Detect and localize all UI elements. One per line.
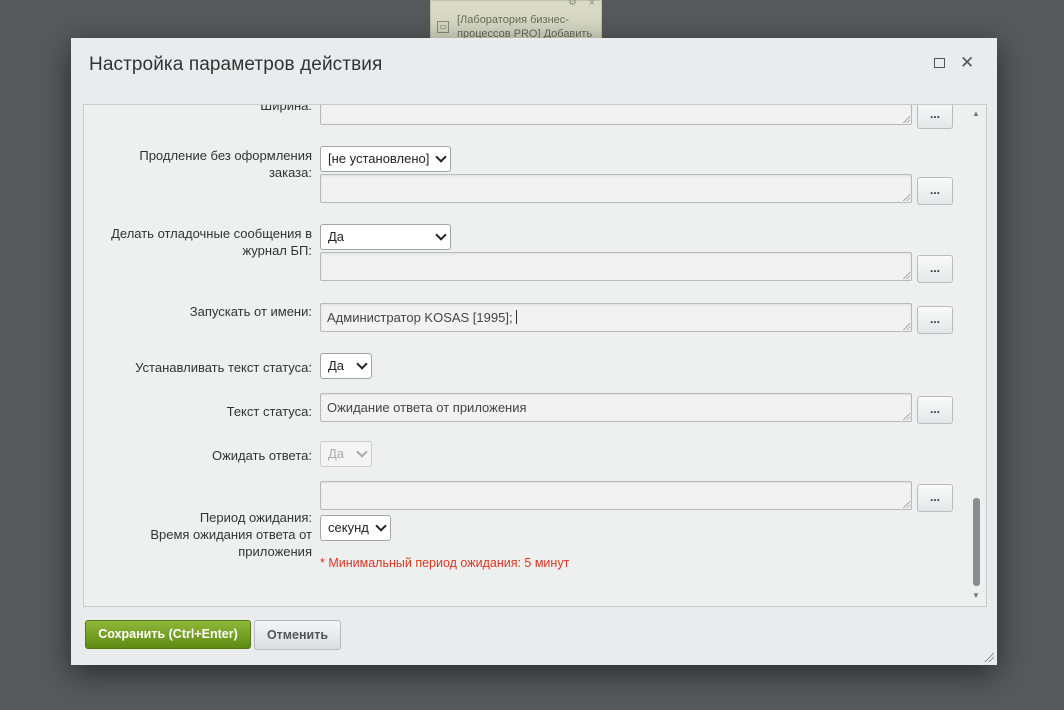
background-card-text: [Лаборатория бизнес-процессов PRO] Добав… (457, 14, 593, 40)
run-as-field[interactable]: Администратор KOSAS [1995]; (320, 303, 912, 332)
chevron-down-icon (435, 151, 447, 163)
chevron-down-icon (356, 446, 368, 458)
debug-field[interactable] (320, 252, 912, 281)
set-status-label: Устанавливать текст статуса: (135, 360, 312, 375)
period-field[interactable] (320, 481, 912, 510)
chevron-down-icon (435, 229, 447, 241)
run-as-value: Администратор KOSAS [1995]; (327, 310, 513, 325)
extension-select[interactable]: [не установлено] (320, 146, 451, 172)
resize-grip-icon[interactable] (902, 115, 910, 123)
period-unit-select[interactable]: секунд (320, 515, 391, 541)
text-cursor (515, 310, 517, 324)
period-sublabel: Время ожидания ответа от приложения (150, 527, 312, 559)
maximize-icon[interactable] (934, 58, 945, 68)
scroll-down-arrow-icon[interactable]: ▼ (972, 591, 980, 600)
close-icon: × (588, 0, 595, 9)
scrollbar-thumb[interactable] (973, 498, 980, 586)
resize-grip-icon[interactable] (902, 412, 910, 420)
close-icon[interactable]: ✕ (960, 53, 974, 73)
status-text-value: Ожидание ответа от приложения (327, 400, 527, 415)
status-text-picker-button[interactable]: ... (917, 396, 953, 424)
period-note: * Минимальный период ожидания: 5 минут (320, 556, 570, 570)
resize-grip-icon[interactable] (902, 193, 910, 201)
debug-label: Делать отладочные сообщения в журнал БП: (111, 226, 312, 258)
wait-label: Ожидать ответа: (211, 448, 312, 463)
period-picker-button[interactable]: ... (917, 484, 953, 512)
resize-grip-icon[interactable] (902, 271, 910, 279)
background-notification-card: ⚙ × ▭ [Лаборатория бизнес-процессов PRO]… (430, 0, 602, 42)
debug-select[interactable]: Да (320, 224, 451, 250)
action-settings-dialog: Настройка параметров действия ✕ Ширина: … (71, 38, 997, 665)
debug-select-value: Да (328, 229, 345, 244)
run-as-label: Запускать от имени: (189, 304, 312, 319)
document-icon: ▭ (437, 21, 449, 33)
debug-picker-button[interactable]: ... (917, 255, 953, 283)
chevron-down-icon (375, 520, 387, 532)
wait-select-value: Да (328, 446, 345, 461)
gear-icon: ⚙ (568, 0, 577, 8)
resize-grip-icon[interactable] (902, 322, 910, 330)
chevron-down-icon (356, 358, 368, 370)
wait-select: Да (320, 441, 372, 467)
extension-label: Продление без оформления заказа: (139, 148, 312, 180)
dialog-title: Настройка параметров действия (89, 54, 383, 75)
dialog-content: Ширина: ... Продление без оформления зак… (83, 104, 987, 607)
set-status-select-value: Да (328, 358, 345, 373)
extension-picker-button[interactable]: ... (917, 177, 953, 205)
dialog-resize-grip-icon[interactable] (984, 652, 994, 662)
dialog-header: Настройка параметров действия ✕ (71, 38, 997, 104)
period-unit-select-value: секунд (328, 520, 369, 535)
cancel-button[interactable]: Отменить (254, 620, 341, 650)
width-picker-button[interactable]: ... (917, 105, 953, 129)
resize-grip-icon[interactable] (902, 500, 910, 508)
status-text-label: Текст статуса: (226, 404, 312, 419)
period-label: Период ожидания: (199, 510, 312, 525)
width-label: Ширина: (260, 104, 312, 113)
extension-field[interactable] (320, 174, 912, 203)
set-status-select[interactable]: Да (320, 353, 372, 379)
scroll-up-arrow-icon[interactable]: ▲ (972, 109, 980, 118)
width-field[interactable] (320, 105, 912, 125)
run-as-picker-button[interactable]: ... (917, 306, 953, 334)
save-button[interactable]: Сохранить (Ctrl+Enter) (85, 620, 251, 649)
extension-select-value: [не установлено] (328, 151, 430, 166)
status-text-field[interactable]: Ожидание ответа от приложения (320, 393, 912, 422)
